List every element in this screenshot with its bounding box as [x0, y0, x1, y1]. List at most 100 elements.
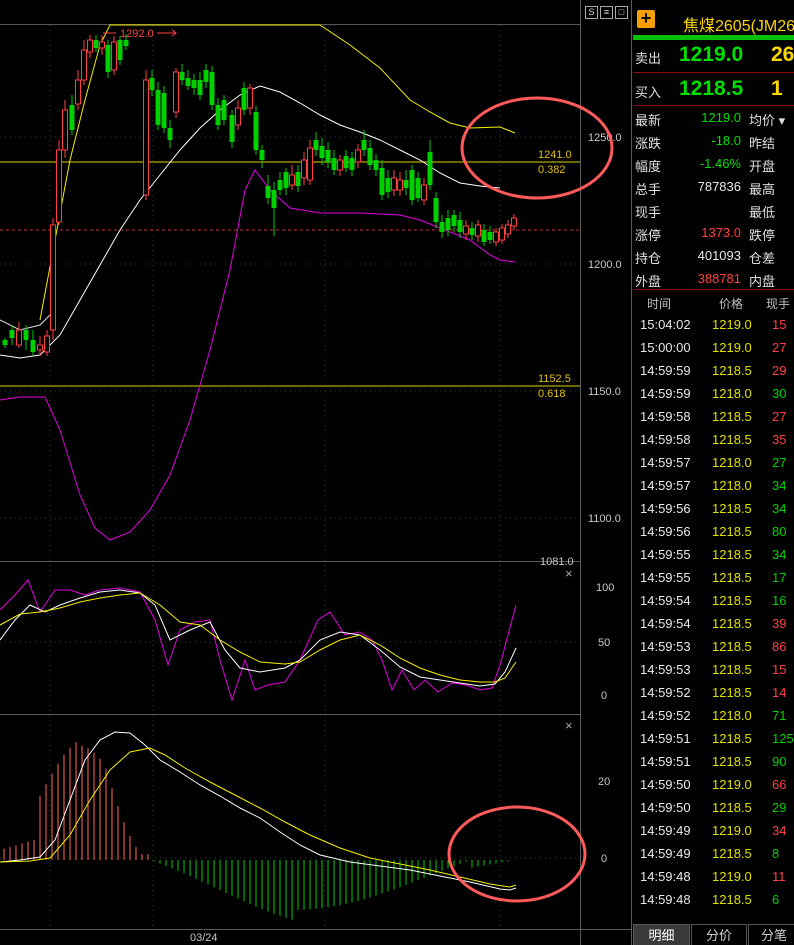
candle-body — [173, 71, 179, 113]
candle-body — [259, 150, 265, 160]
candle-body — [493, 231, 499, 243]
trade-volume: 80 — [772, 524, 787, 539]
price-grid — [0, 25, 580, 929]
trade-time: 14:59:59 — [640, 386, 691, 401]
trades-header-price: 价格 — [719, 297, 744, 311]
trade-volume: 27 — [772, 409, 787, 424]
trade-volume: 34 — [772, 823, 787, 838]
trade-time: 14:59:59 — [640, 363, 691, 378]
trade-price: 1219.0 — [712, 317, 752, 332]
candle-body — [373, 160, 379, 170]
stat-row: 涨停 1373.0 跌停 — [633, 222, 794, 245]
trade-time: 14:59:50 — [640, 800, 691, 815]
trade-price: 1218.5 — [712, 639, 752, 654]
trade-row: 14:59:51 1218.5 90 — [633, 751, 794, 774]
trade-price: 1219.0 — [712, 823, 752, 838]
trade-time: 14:59:51 — [640, 731, 691, 746]
trade-time: 14:59:57 — [640, 478, 691, 493]
stat-right-label: 最低 — [749, 205, 776, 220]
trade-row: 14:59:54 1218.5 16 — [633, 590, 794, 613]
trade-time: 14:59:48 — [640, 892, 691, 907]
candle-body — [161, 93, 167, 128]
ask-row: 卖出 1219.0 26 — [633, 42, 794, 70]
trade-volume: 90 — [772, 754, 787, 769]
trade-volume: 29 — [772, 363, 787, 378]
trade-row: 14:59:58 1218.5 35 — [633, 429, 794, 452]
trade-volume: 125 — [772, 731, 794, 746]
kline-chart[interactable]: 1250.0 1200.0 1150.0 1100.0 1081.0 100 5… — [0, 0, 632, 945]
macd-histogram — [3, 742, 515, 920]
candle-body — [457, 220, 463, 232]
toolbar-window-button[interactable]: □ — [615, 6, 628, 19]
candle-body — [391, 177, 397, 191]
trade-volume: 14 — [772, 685, 787, 700]
candle-body — [421, 184, 427, 201]
stat-value: 1373.0 — [701, 225, 741, 240]
candle-body — [439, 222, 445, 232]
candle-body — [403, 180, 409, 188]
candle-body — [385, 178, 391, 192]
tab-detail[interactable]: 明细 — [633, 924, 690, 945]
trade-time: 14:59:56 — [640, 501, 691, 516]
candle-body — [367, 148, 373, 165]
trade-volume: 11 — [772, 869, 786, 884]
trade-row: 14:59:50 1218.5 29 — [633, 797, 794, 820]
macd-dif-line — [0, 731, 517, 891]
trade-row: 15:00:00 1219.0 27 — [633, 337, 794, 360]
macd-tick-20: 20 — [598, 776, 610, 788]
candle-body — [62, 109, 68, 151]
stat-row: 外盘 388781 内盘 — [633, 268, 794, 291]
kdj-close-icon[interactable]: × — [565, 566, 573, 581]
candle-body — [355, 149, 361, 163]
candle-body — [313, 140, 319, 150]
candle-body — [469, 228, 475, 235]
trade-time: 14:59:55 — [640, 570, 691, 585]
trade-volume: 6 — [772, 892, 780, 907]
macd-close-icon[interactable]: × — [565, 718, 573, 733]
candle-body — [289, 174, 295, 186]
stat-row: 总手 787836 最高 — [633, 176, 794, 199]
trade-time: 15:04:02 — [640, 317, 691, 332]
price-tick-1100: 1100.0 — [588, 513, 621, 525]
candle-body — [307, 147, 313, 181]
trade-time: 14:59:50 — [640, 777, 691, 792]
candle-body — [295, 172, 301, 186]
trade-row: 14:59:50 1219.0 66 — [633, 774, 794, 797]
trade-row: 14:59:57 1218.0 27 — [633, 452, 794, 475]
trade-volume: 27 — [772, 340, 787, 355]
toolbar-s-button[interactable]: S — [585, 6, 598, 19]
trade-price: 1219.0 — [712, 869, 752, 884]
add-watchlist-icon[interactable]: + — [637, 9, 655, 28]
trade-time: 14:59:53 — [640, 662, 691, 677]
trade-row: 15:04:02 1219.0 15 — [633, 314, 794, 337]
candle-body — [221, 100, 227, 120]
trade-price: 1218.0 — [712, 478, 752, 493]
tab-price-split[interactable]: 分价 — [691, 924, 747, 945]
candle-body — [463, 225, 469, 235]
stat-row: 幅度 -1.46% 开盘 — [633, 153, 794, 176]
toolbar-menu-button[interactable]: ≡ — [600, 6, 613, 19]
candle-body — [2, 340, 8, 345]
tab-tick-split[interactable]: 分笔 — [748, 924, 794, 945]
stat-row: 涨跌 -18.0 昨结 — [633, 130, 794, 153]
symbol-underline — [633, 35, 794, 40]
trade-row: 14:59:55 1218.5 34 — [633, 544, 794, 567]
candle-body — [56, 149, 62, 223]
candle-body — [415, 178, 421, 198]
candle-body — [215, 105, 221, 125]
stat-value: 401093 — [697, 248, 741, 263]
trade-price: 1218.5 — [712, 800, 752, 815]
candle-body — [499, 227, 505, 241]
trade-row: 14:59:52 1218.0 71 — [633, 705, 794, 728]
stat-label: 最新 — [635, 113, 662, 128]
candle-body — [433, 198, 439, 222]
trade-price: 1218.5 — [712, 547, 752, 562]
trade-volume: 35 — [772, 432, 787, 447]
stat-label: 持仓 — [635, 251, 662, 266]
fib-level-0618: 1152.5 0.618 — [0, 373, 580, 400]
stat-label: 幅度 — [635, 159, 662, 174]
candle-body — [283, 172, 289, 188]
candle-body — [37, 344, 43, 351]
stat-label: 外盘 — [635, 274, 662, 289]
trade-time: 15:00:00 — [640, 340, 691, 355]
